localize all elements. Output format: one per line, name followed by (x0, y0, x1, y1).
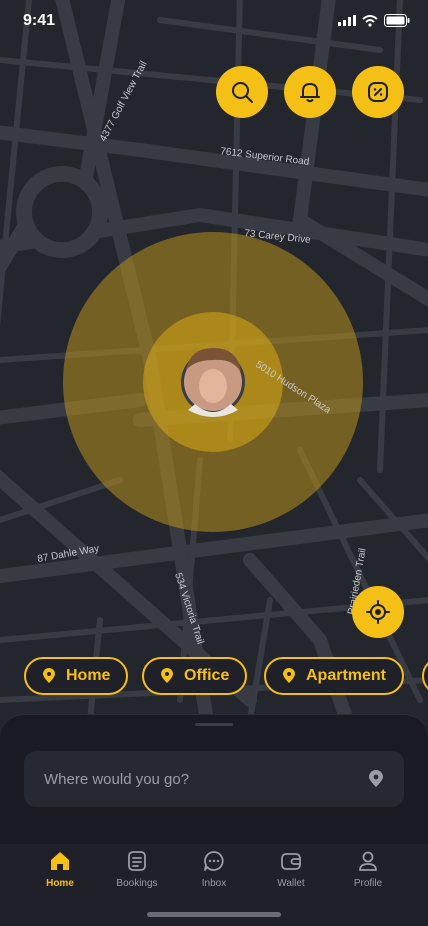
chip-office[interactable]: Office (142, 657, 248, 695)
tab-label: Profile (353, 878, 383, 889)
tab-bookings[interactable]: Bookings (99, 850, 175, 889)
tab-wallet[interactable]: Wallet (253, 850, 329, 889)
locate-me-button[interactable] (352, 586, 404, 638)
discount-icon (368, 82, 388, 102)
battery-icon (384, 14, 410, 27)
pin-icon (161, 668, 173, 683)
chip-more[interactable] (422, 657, 428, 695)
tab-inbox[interactable]: Inbox (176, 850, 252, 889)
tab-label: Wallet (277, 878, 305, 889)
search-icon (232, 82, 253, 103)
search-placeholder: Where would you go? (44, 770, 190, 788)
chip-apartment[interactable]: Apartment (264, 657, 405, 695)
wifi-icon (362, 14, 378, 27)
status-time: 9:41 (23, 12, 56, 29)
tab-label: Home (46, 878, 74, 889)
wallet-icon (281, 853, 301, 870)
location-pin-icon (369, 770, 383, 787)
pin-icon (283, 668, 295, 683)
locate-icon (366, 600, 390, 624)
destination-search-input[interactable]: Where would you go? (24, 751, 404, 807)
status-icons (338, 14, 410, 27)
tab-home[interactable]: Home (22, 850, 98, 889)
sheet-handle[interactable] (195, 723, 233, 726)
status-bar: 9:41 (0, 0, 428, 44)
notification-button[interactable] (284, 66, 336, 118)
bell-icon (300, 83, 320, 103)
tab-label: Inbox (201, 878, 227, 889)
document-icon (128, 851, 146, 871)
promo-button[interactable] (352, 66, 404, 118)
chip-label: Office (184, 667, 230, 684)
home-indicator (147, 912, 281, 917)
tab-label: Bookings (116, 878, 158, 889)
chip-label: Home (66, 667, 111, 684)
tab-profile[interactable]: Profile (330, 850, 406, 889)
search-button[interactable] (216, 66, 268, 118)
chip-label: Apartment (306, 667, 387, 684)
signal-icon (338, 15, 356, 26)
chat-icon (204, 851, 224, 871)
home-icon (51, 852, 69, 870)
chip-home[interactable]: Home (24, 657, 129, 695)
user-icon (359, 851, 377, 871)
pin-icon (43, 668, 55, 683)
saved-places: Home Office Apartment (0, 657, 428, 695)
